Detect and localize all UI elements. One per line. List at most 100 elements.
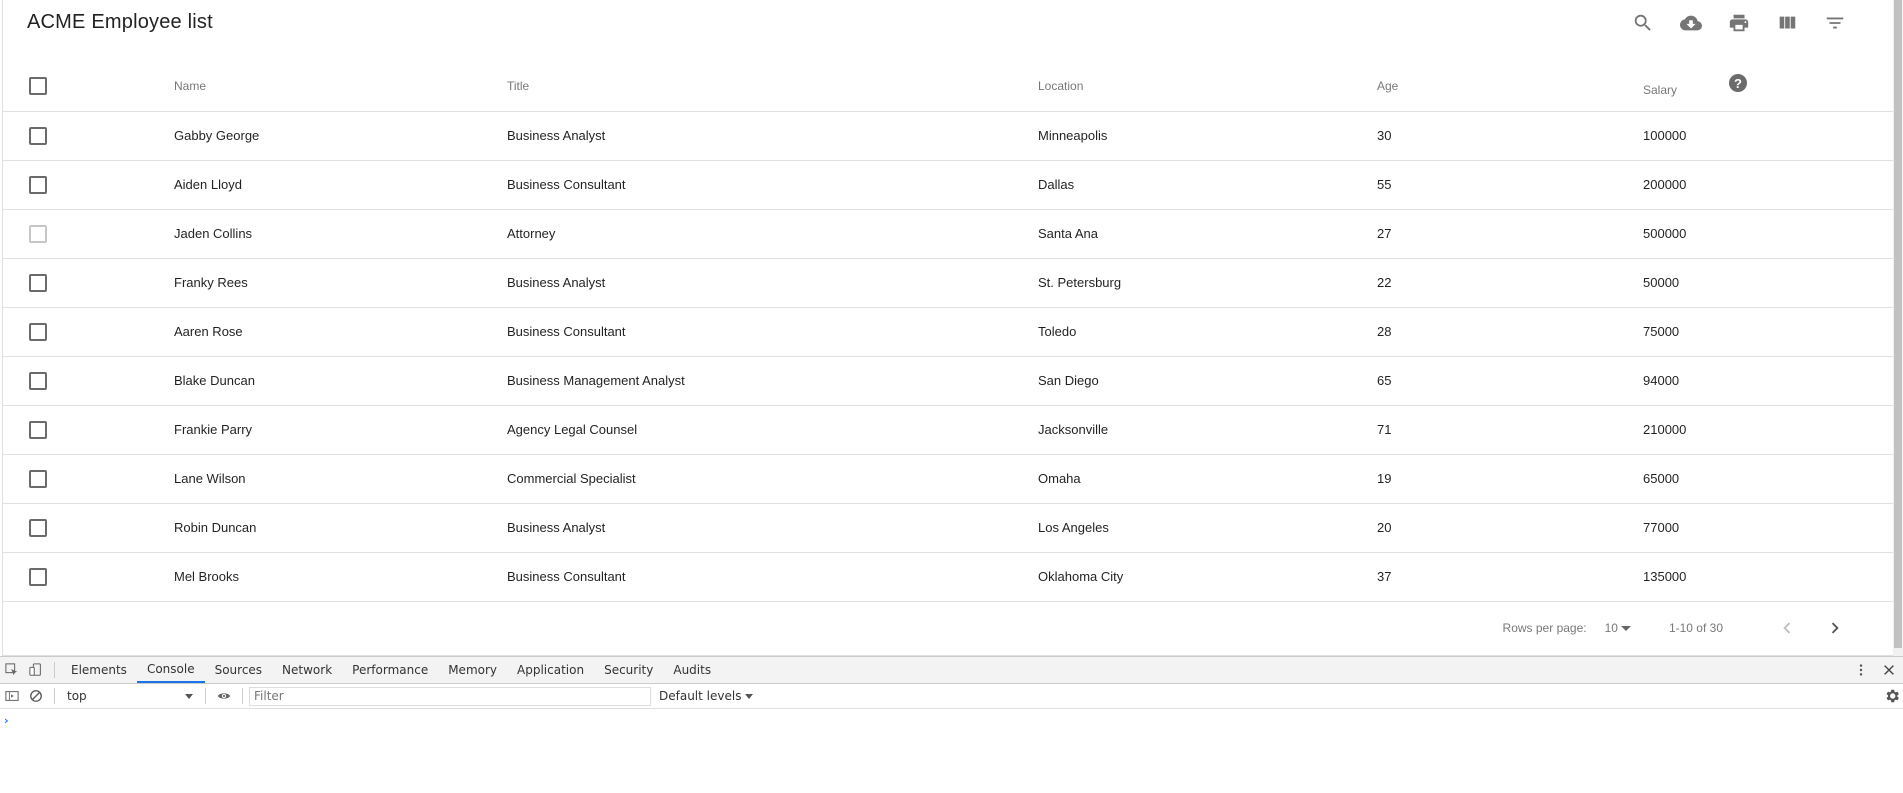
devtools-close-button[interactable] xyxy=(1875,657,1903,683)
table-row[interactable]: Mel Brooks Business Consultant Oklahoma Ci… xyxy=(3,552,1894,602)
rows-per-page-select[interactable]: 10 xyxy=(1605,621,1631,635)
search-button[interactable] xyxy=(1619,4,1667,42)
select-all-checkbox[interactable] xyxy=(29,77,47,96)
devtools-tab-sources[interactable]: Sources xyxy=(205,657,272,683)
devtools-tab-application[interactable]: Application xyxy=(507,657,594,683)
page-scrollbar-thumb[interactable] xyxy=(1894,0,1902,648)
cell-salary: 500000 xyxy=(1643,209,1894,259)
print-button[interactable] xyxy=(1715,4,1763,42)
table-row[interactable]: Lane Wilson Commercial Specialist Omaha 19 6… xyxy=(3,454,1894,504)
filter-button[interactable] xyxy=(1811,4,1859,42)
row-checkbox[interactable] xyxy=(29,518,47,537)
cell-name: Franky Rees xyxy=(174,258,507,308)
table-row[interactable]: Blake Duncan Business Management Analyst S… xyxy=(3,356,1894,406)
row-checkbox[interactable] xyxy=(29,322,47,341)
help-icon[interactable]: ? xyxy=(1729,74,1748,93)
cell-location: Minneapolis xyxy=(1038,111,1377,161)
row-checkbox[interactable] xyxy=(29,126,47,145)
toggle-sidebar-button[interactable] xyxy=(0,683,24,709)
devtools-tab-elements[interactable]: Elements xyxy=(61,657,137,683)
header-row: Name Title Location Age Salary ? xyxy=(3,62,1894,112)
row-select-cell xyxy=(3,111,174,161)
clear-console-button[interactable] xyxy=(24,683,48,709)
cell-location: Omaha xyxy=(1038,454,1377,504)
inspect-element-button[interactable] xyxy=(0,657,24,683)
row-checkbox[interactable] xyxy=(29,273,47,292)
cell-age: 22 xyxy=(1377,258,1643,308)
pagination: Rows per page: 10 1-10 of 30 xyxy=(1503,614,1859,642)
table-row[interactable]: Franky Rees Business Analyst St. Petersbur… xyxy=(3,258,1894,308)
log-levels-select[interactable]: Default levels xyxy=(659,689,754,703)
row-checkbox[interactable] xyxy=(29,469,47,488)
table-row[interactable]: Frankie Parry Agency Legal Counsel Jackson… xyxy=(3,405,1894,455)
view-columns-button[interactable] xyxy=(1763,4,1811,42)
clear-console-icon xyxy=(30,690,42,702)
devtools-tab-security[interactable]: Security xyxy=(594,657,663,683)
cell-salary: 65000 xyxy=(1643,454,1894,504)
divider xyxy=(242,688,243,704)
column-header-salary[interactable]: Salary ? xyxy=(1643,62,1894,112)
cell-salary: 77000 xyxy=(1643,503,1894,553)
console-filter-input[interactable] xyxy=(249,686,651,706)
cell-salary: 75000 xyxy=(1643,307,1894,357)
next-page-button[interactable] xyxy=(1811,614,1859,642)
devtools-tabbar: Elements Console Sources Network Performance… xyxy=(0,657,1903,684)
row-checkbox[interactable] xyxy=(29,371,47,390)
cell-name: Gabby George xyxy=(174,111,507,161)
download-button[interactable] xyxy=(1667,4,1715,42)
table-row[interactable]: Robin Duncan Business Analyst Los Angeles 2… xyxy=(3,503,1894,553)
table-row[interactable]: Gabby George Business Analyst Minneapolis 3… xyxy=(3,111,1894,161)
live-expression-button[interactable] xyxy=(212,683,236,709)
row-checkbox[interactable] xyxy=(29,175,47,194)
column-header-age[interactable]: Age xyxy=(1377,62,1643,112)
devtools-tab-audits[interactable]: Audits xyxy=(663,657,721,683)
devtools-tab-memory[interactable]: Memory xyxy=(438,657,507,683)
table-row[interactable]: Jaden Collins Attorney Santa Ana 27 500000 xyxy=(3,209,1894,259)
cell-name: Jaden Collins xyxy=(174,209,507,259)
column-header-title[interactable]: Title xyxy=(507,62,1038,112)
row-select-cell xyxy=(3,209,174,259)
filter-list-icon xyxy=(1826,17,1844,29)
dropdown-caret-icon xyxy=(1620,625,1631,631)
divider xyxy=(54,662,55,678)
cell-salary: 200000 xyxy=(1643,160,1894,210)
cell-title: Business Consultant xyxy=(507,307,1038,357)
employee-table-card: ACME Employee list Name Title Location A… xyxy=(2,0,1894,656)
cell-location: San Diego xyxy=(1038,356,1377,406)
devtools-tab-network[interactable]: Network xyxy=(272,657,342,683)
print-icon xyxy=(1729,14,1749,32)
row-select-cell xyxy=(3,454,174,504)
dropdown-caret-icon xyxy=(185,693,193,699)
toolbar-actions xyxy=(1619,4,1859,42)
rows-per-page-label: Rows per page: xyxy=(1502,621,1587,635)
table-row[interactable]: Aiden Lloyd Business Consultant Dallas 55 20… xyxy=(3,160,1894,210)
previous-page-button[interactable] xyxy=(1763,614,1811,642)
devtools-tab-console[interactable]: Console xyxy=(136,657,205,683)
device-toolbar-button[interactable] xyxy=(24,657,48,683)
cell-age: 30 xyxy=(1377,111,1643,161)
cell-name: Robin Duncan xyxy=(174,503,507,553)
devtools-tab-performance[interactable]: Performance xyxy=(342,657,438,683)
app-window: ACME Employee list Name Title Location A… xyxy=(0,0,1903,656)
row-checkbox[interactable] xyxy=(29,420,47,439)
console-prompt[interactable]: › xyxy=(4,714,9,727)
gear-icon[interactable] xyxy=(1883,687,1901,705)
log-levels-label: Default levels xyxy=(659,689,742,703)
devtools-panel: Elements Console Sources Network Performance… xyxy=(0,656,1903,793)
column-header-name[interactable]: Name xyxy=(174,62,507,112)
javascript-context-select[interactable]: top xyxy=(61,686,199,706)
cell-name: Lane Wilson xyxy=(174,454,507,504)
table-row[interactable]: Aaren Rose Business Consultant Toledo 28 750… xyxy=(3,307,1894,357)
table-toolbar: ACME Employee list xyxy=(3,0,1893,46)
cell-age: 65 xyxy=(1377,356,1643,406)
row-checkbox[interactable] xyxy=(29,567,47,586)
row-checkbox[interactable] xyxy=(29,224,47,243)
pagination-range: 1-10 of 30 xyxy=(1668,621,1723,635)
column-header-location[interactable]: Location xyxy=(1038,62,1377,112)
device-icon xyxy=(29,663,41,676)
page-scrollbar[interactable] xyxy=(1893,0,1903,656)
view-column-icon xyxy=(1779,16,1796,29)
devtools-menu-button[interactable] xyxy=(1847,657,1875,683)
kebab-menu-icon xyxy=(1859,664,1863,676)
cell-age: 20 xyxy=(1377,503,1643,553)
